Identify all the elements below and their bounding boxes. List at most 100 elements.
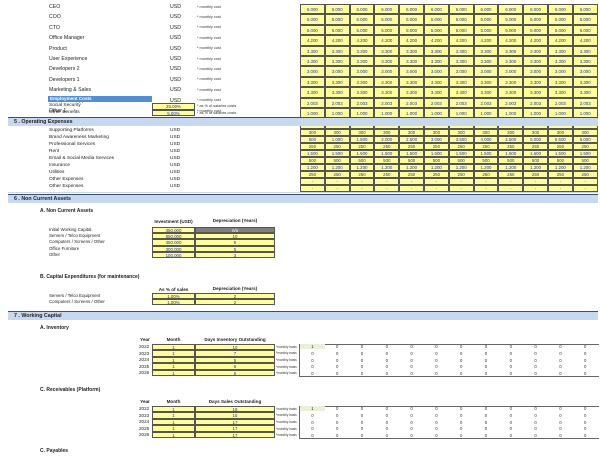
month-input[interactable]: 1 (152, 363, 195, 370)
input-cell[interactable]: 6.000 (572, 135, 598, 143)
input-cell[interactable]: 2.003 (572, 97, 598, 108)
input-cell[interactable]: 3.300 (424, 56, 449, 67)
input-cell[interactable]: 1.500 (548, 149, 573, 157)
days-input[interactable]: 10 (195, 343, 275, 351)
input-cell[interactable]: 250 (548, 142, 573, 150)
input-cell[interactable]: 3.000 (399, 66, 424, 77)
input-cell[interactable]: 300 (300, 128, 325, 136)
input-cell[interactable]: 250 (424, 142, 449, 150)
month-input[interactable]: 1 (152, 356, 195, 364)
input-cell[interactable]: 300 (349, 128, 375, 136)
input-cell[interactable]: 300 (548, 128, 573, 136)
input-cell[interactable]: 5.000 (399, 24, 424, 36)
input-cell[interactable]: 2.003 (324, 97, 350, 108)
input-cell[interactable]: 1.200 (374, 163, 400, 171)
input-cell[interactable]: 250 (473, 142, 499, 150)
input-cell[interactable]: - (448, 177, 474, 185)
input-cell[interactable]: 6.000 (572, 4, 598, 15)
investment-input[interactable]: 100.000 (152, 251, 195, 258)
input-cell[interactable]: 2.003 (523, 97, 548, 108)
input-cell[interactable]: 6.000 (424, 4, 449, 15)
input-cell[interactable]: 3.300 (324, 56, 350, 67)
input-cell[interactable]: 3.300 (448, 87, 474, 98)
input-cell[interactable]: 1.200 (448, 163, 474, 171)
input-cell[interactable]: 300 (448, 128, 474, 136)
input-cell[interactable]: 3.300 (424, 87, 449, 98)
input-cell[interactable]: 3.300 (424, 45, 449, 56)
input-cell[interactable]: 4.200 (498, 35, 524, 46)
input-cell[interactable]: 5.000 (349, 14, 375, 25)
input-cell[interactable]: 5.000 (374, 14, 400, 25)
input-cell[interactable]: 1.200 (548, 163, 573, 171)
input-cell[interactable]: 250 (548, 170, 573, 178)
days-input[interactable]: 17 (195, 418, 275, 426)
input-cell[interactable]: - (424, 177, 449, 185)
input-cell[interactable]: 3.300 (448, 76, 474, 88)
input-cell[interactable]: - (399, 184, 424, 192)
input-cell[interactable]: - (473, 184, 499, 192)
input-cell[interactable]: 500 (523, 156, 548, 164)
input-cell[interactable]: 300 (374, 128, 400, 136)
input-cell[interactable]: 5.000 (548, 14, 573, 25)
month-input[interactable]: 1 (152, 350, 195, 357)
input-cell[interactable]: 3.000 (349, 66, 375, 77)
input-cell[interactable]: 3.000 (424, 135, 449, 143)
input-cell[interactable]: 5.000 (523, 135, 548, 143)
input-cell[interactable]: 500 (498, 156, 524, 164)
input-cell[interactable]: - (424, 184, 449, 192)
input-cell[interactable]: - (374, 177, 400, 185)
input-cell[interactable]: 250 (523, 170, 548, 178)
input-cell[interactable]: 3.000 (300, 66, 325, 77)
input-cell[interactable]: 250 (349, 170, 375, 178)
input-cell[interactable]: - (300, 177, 325, 185)
input-cell[interactable]: 1.200 (300, 163, 325, 171)
input-cell[interactable]: 500 (399, 156, 424, 164)
input-cell[interactable]: 5.000 (498, 24, 524, 36)
input-cell[interactable]: - (349, 177, 375, 185)
input-cell[interactable]: - (548, 184, 573, 192)
month-input[interactable]: 1 (152, 343, 195, 351)
input-cell[interactable]: 1.200 (572, 163, 598, 171)
input-cell[interactable]: 5.000 (523, 24, 548, 36)
input-cell[interactable]: - (498, 184, 524, 192)
input-cell[interactable]: 2.003 (399, 97, 424, 108)
input-cell[interactable]: 2.003 (424, 97, 449, 108)
input-cell[interactable]: 300 (324, 128, 350, 136)
input-cell[interactable]: 4.200 (548, 35, 573, 46)
input-cell[interactable]: 300 (473, 128, 499, 136)
input-cell[interactable]: 4.200 (349, 35, 375, 46)
input-cell[interactable]: 250 (572, 142, 598, 150)
input-cell[interactable]: 2.003 (548, 97, 573, 108)
input-cell[interactable]: 3.300 (523, 45, 548, 56)
input-cell[interactable]: 250 (448, 142, 474, 150)
input-cell[interactable]: - (572, 184, 598, 192)
input-cell[interactable]: 4.200 (448, 35, 474, 46)
input-cell[interactable]: 3.300 (548, 76, 573, 88)
percent-input[interactable]: 1.00% (152, 299, 195, 306)
input-cell[interactable]: 1.200 (324, 163, 350, 171)
days-input[interactable]: 17 (195, 431, 275, 439)
month-input[interactable]: 1 (152, 418, 195, 426)
input-cell[interactable]: 6.000 (399, 4, 424, 15)
input-cell[interactable]: 3.300 (473, 56, 499, 67)
input-cell[interactable]: 6.000 (324, 4, 350, 15)
input-cell[interactable]: 3.300 (572, 45, 598, 56)
input-cell[interactable]: 2.003 (498, 97, 524, 108)
input-cell[interactable]: 500 (374, 156, 400, 164)
month-input[interactable]: 1 (152, 412, 195, 419)
input-cell[interactable]: 3.000 (448, 66, 474, 77)
input-cell[interactable]: 300 (424, 128, 449, 136)
input-cell[interactable]: 3.500 (448, 135, 474, 143)
input-cell[interactable]: - (324, 177, 350, 185)
input-cell[interactable]: 5.000 (448, 14, 474, 25)
input-cell[interactable]: 250 (349, 142, 375, 150)
input-cell[interactable]: 1.200 (349, 163, 375, 171)
input-cell[interactable]: 1.500 (572, 149, 598, 157)
input-cell[interactable]: 3.300 (399, 56, 424, 67)
depreciation-input[interactable]: 2 (195, 299, 275, 306)
depreciation-input[interactable]: 3 (195, 251, 275, 258)
input-cell[interactable]: - (349, 184, 375, 192)
input-cell[interactable]: 1.500 (399, 149, 424, 157)
input-cell[interactable]: 250 (572, 170, 598, 178)
input-cell[interactable]: 3.300 (300, 45, 325, 56)
